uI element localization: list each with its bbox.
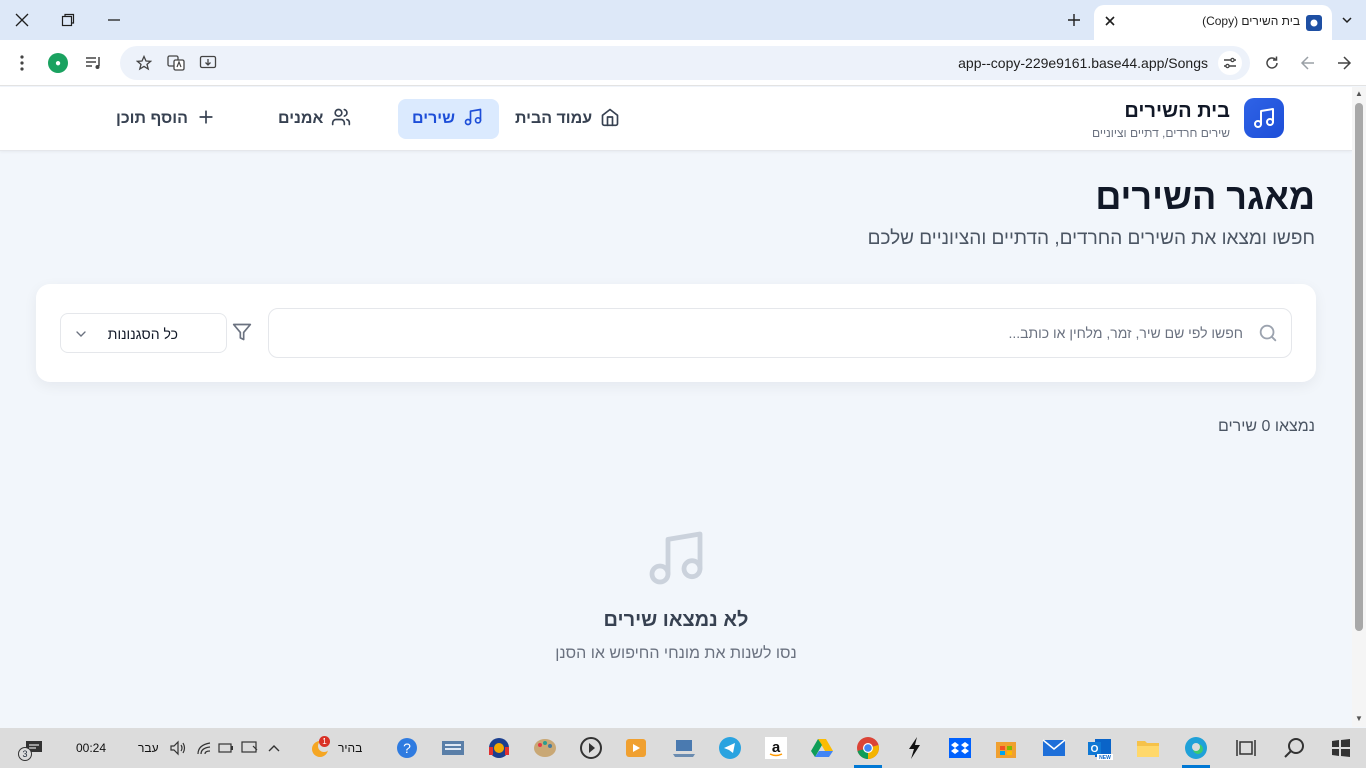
install-app-icon[interactable] xyxy=(196,51,220,75)
address-url: app--copy-229e9161.base44.app/Songs xyxy=(958,55,1208,71)
help-icon[interactable]: ? xyxy=(393,734,421,762)
tab-title: בית השירים (Copy) xyxy=(1202,14,1300,28)
genre-select[interactable]: כל הסגנונות xyxy=(60,313,227,353)
chevron-down-icon xyxy=(73,326,89,342)
browser-menu-icon[interactable] xyxy=(10,51,34,75)
nav-artists[interactable]: אמנים xyxy=(262,99,367,139)
nav-songs[interactable]: שירים xyxy=(398,99,499,139)
outlook-new-icon[interactable]: O NEW xyxy=(1086,734,1114,762)
page-subtitle: חפשו ומצאו את השירים החרדים, הדתיים והצי… xyxy=(867,228,1315,249)
window-minimize-icon[interactable] xyxy=(99,6,129,34)
scroll-up-icon[interactable]: ▲ xyxy=(1355,90,1363,98)
language-indicator[interactable]: עבר xyxy=(138,741,159,755)
music-note-icon xyxy=(463,107,483,132)
amazon-icon[interactable]: a xyxy=(762,734,790,762)
task-view-icon[interactable] xyxy=(1232,734,1260,762)
reload-icon[interactable] xyxy=(1260,51,1284,75)
site-favicon-icon xyxy=(1306,15,1322,31)
brand-subtitle: שירים חרדים, דתיים וציוניים xyxy=(1091,126,1230,140)
filter-icon xyxy=(232,322,252,342)
nav-songs-label: שירים xyxy=(412,110,455,127)
app-logo-music-icon[interactable] xyxy=(1244,98,1284,138)
new-tab-button[interactable] xyxy=(1062,8,1086,32)
nav-add-content-label: הוסף תוכן xyxy=(116,110,188,127)
mail-icon[interactable] xyxy=(1040,734,1068,762)
search-icon xyxy=(1257,322,1279,344)
bookmark-star-icon[interactable] xyxy=(132,51,156,75)
laptop-app-icon[interactable] xyxy=(670,734,698,762)
scrollbar-thumb[interactable] xyxy=(1355,103,1363,631)
lightning-app-icon[interactable] xyxy=(900,734,928,762)
search-box[interactable] xyxy=(268,308,1292,358)
address-bar[interactable]: app--copy-229e9161.base44.app/Songs xyxy=(120,46,1250,80)
edge-icon[interactable] xyxy=(1182,734,1210,768)
clock[interactable]: 00:24 xyxy=(76,741,106,755)
file-explorer-icon[interactable] xyxy=(1134,734,1162,762)
windows-start-icon[interactable] xyxy=(1327,734,1355,762)
microsoft-store-icon[interactable] xyxy=(992,734,1020,762)
app-header: בית השירים שירים חרדים, דתיים וציוניים ע… xyxy=(0,87,1352,151)
volume-icon[interactable] xyxy=(164,734,192,762)
windows-taskbar: 00:24 עבר בהיר 1 ? a O NEW xyxy=(0,728,1366,768)
page-scrollbar[interactable]: ▲ ▼ xyxy=(1352,87,1366,727)
scroll-down-icon[interactable]: ▼ xyxy=(1355,715,1363,723)
site-settings-icon[interactable] xyxy=(1218,51,1242,75)
back-arrow-icon[interactable] xyxy=(1296,51,1320,75)
empty-state-subtitle: נסו לשנות את מונחי החיפוש או הסנן xyxy=(555,645,797,662)
home-icon xyxy=(600,107,620,132)
users-icon xyxy=(331,107,351,132)
empty-state-title: לא נמצאו שירים xyxy=(603,609,749,631)
browser-tab-strip: בית השירים (Copy) xyxy=(0,0,1366,40)
paint-app-icon[interactable] xyxy=(531,734,559,762)
profile-avatar-icon[interactable]: ● xyxy=(48,53,68,73)
svg-text:O: O xyxy=(1091,744,1099,755)
chrome-icon[interactable] xyxy=(854,734,882,768)
nav-home-label: עמוד הבית xyxy=(515,110,593,127)
forward-arrow-icon[interactable] xyxy=(1332,51,1356,75)
notification-count-badge: 3 xyxy=(18,747,32,761)
svg-text:NEW: NEW xyxy=(1099,755,1111,760)
media-controls-icon[interactable] xyxy=(82,51,106,75)
search-input[interactable] xyxy=(269,309,1291,357)
page-title: מאגר השירים xyxy=(1095,176,1315,217)
svg-text:?: ? xyxy=(403,740,411,756)
search-card: כל הסגנונות xyxy=(36,284,1316,382)
weather-badge: 1 xyxy=(319,736,330,747)
nav-home[interactable]: עמוד הבית xyxy=(499,99,636,139)
svg-text:a: a xyxy=(772,739,781,756)
video-app-icon[interactable] xyxy=(622,734,650,762)
weather-label[interactable]: בהיר xyxy=(338,741,362,755)
dropbox-icon[interactable] xyxy=(946,734,974,762)
google-drive-icon[interactable] xyxy=(808,734,836,762)
empty-music-icon xyxy=(644,526,708,590)
keyboard-app-icon[interactable] xyxy=(439,734,467,762)
nav-add-content[interactable]: הוסף תוכן xyxy=(100,99,232,139)
nav-artists-label: אמנים xyxy=(278,110,324,127)
media-player-icon[interactable] xyxy=(577,734,605,762)
show-hidden-icons-chevron-icon[interactable] xyxy=(260,734,288,762)
window-restore-icon[interactable] xyxy=(53,6,83,34)
browser-tab[interactable]: בית השירים (Copy) xyxy=(1094,5,1332,40)
translate-icon[interactable] xyxy=(164,51,188,75)
telegram-icon[interactable] xyxy=(716,734,744,762)
result-count: נמצאו 0 שירים xyxy=(1217,418,1315,435)
audio-app-icon[interactable] xyxy=(485,734,513,762)
browser-toolbar: app--copy-229e9161.base44.app/Songs xyxy=(0,40,1366,86)
tab-close-icon[interactable] xyxy=(1100,11,1120,31)
plus-icon xyxy=(196,107,216,132)
tab-search-chevron-icon[interactable] xyxy=(1334,6,1360,34)
search-taskbar-icon[interactable] xyxy=(1280,734,1308,762)
window-close-icon[interactable] xyxy=(7,6,37,34)
genre-select-value: כל הסגנונות xyxy=(107,326,178,342)
brand-title[interactable]: בית השירים xyxy=(1124,100,1230,123)
